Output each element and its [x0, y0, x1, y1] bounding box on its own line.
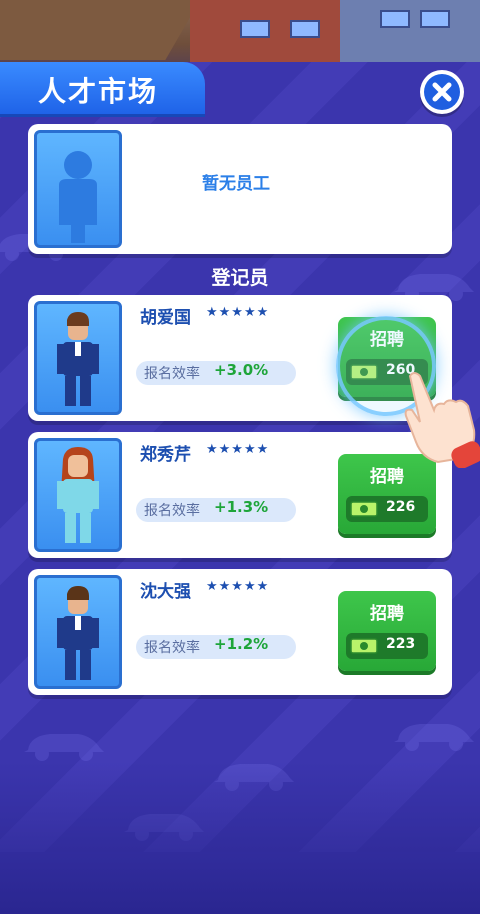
- tutorial-hand-icon: [404, 372, 480, 468]
- cash-icon: [350, 638, 378, 654]
- avatar-placeholder: [34, 130, 122, 248]
- cash-icon: [350, 501, 378, 517]
- efficiency-value: +1.3%: [214, 498, 269, 516]
- candidate-name: 郑秀芹: [140, 445, 191, 465]
- hire-cost: 223: [386, 636, 416, 652]
- empty-slot-label: 暂无员工: [202, 174, 270, 194]
- candidate-avatar: [34, 301, 122, 415]
- efficiency-value: +3.0%: [214, 361, 269, 379]
- efficiency-value: +1.2%: [214, 635, 269, 653]
- rating-stars: ★★★★★: [206, 579, 270, 594]
- hire-button-label: 招聘: [370, 604, 404, 624]
- efficiency-label: 报名效率: [144, 503, 200, 519]
- close-x-icon: [424, 74, 460, 110]
- empty-employee-slot: 暂无员工: [28, 124, 452, 254]
- candidate-card: 沈大强 ★★★★★ 报名效率 +1.2% 招聘 223: [28, 569, 452, 695]
- candidate-avatar: [34, 575, 122, 689]
- panel-title: 人才市场: [38, 75, 159, 108]
- candidate-card: 郑秀芹 ★★★★★ 报名效率 +1.3% 招聘 226: [28, 432, 452, 558]
- close-button[interactable]: [420, 70, 464, 114]
- candidate-name: 胡爱国: [140, 308, 191, 328]
- rating-stars: ★★★★★: [206, 305, 270, 320]
- section-label: 登记员: [211, 267, 269, 289]
- hire-button[interactable]: 招聘 223: [338, 591, 436, 671]
- candidate-name: 沈大强: [140, 582, 191, 602]
- rating-stars: ★★★★★: [206, 442, 270, 457]
- person-silhouette-icon: [59, 151, 97, 243]
- efficiency-label: 报名效率: [144, 366, 200, 382]
- candidate-avatar: [34, 438, 122, 552]
- efficiency-label: 报名效率: [144, 640, 200, 656]
- hire-cost: 226: [386, 499, 416, 515]
